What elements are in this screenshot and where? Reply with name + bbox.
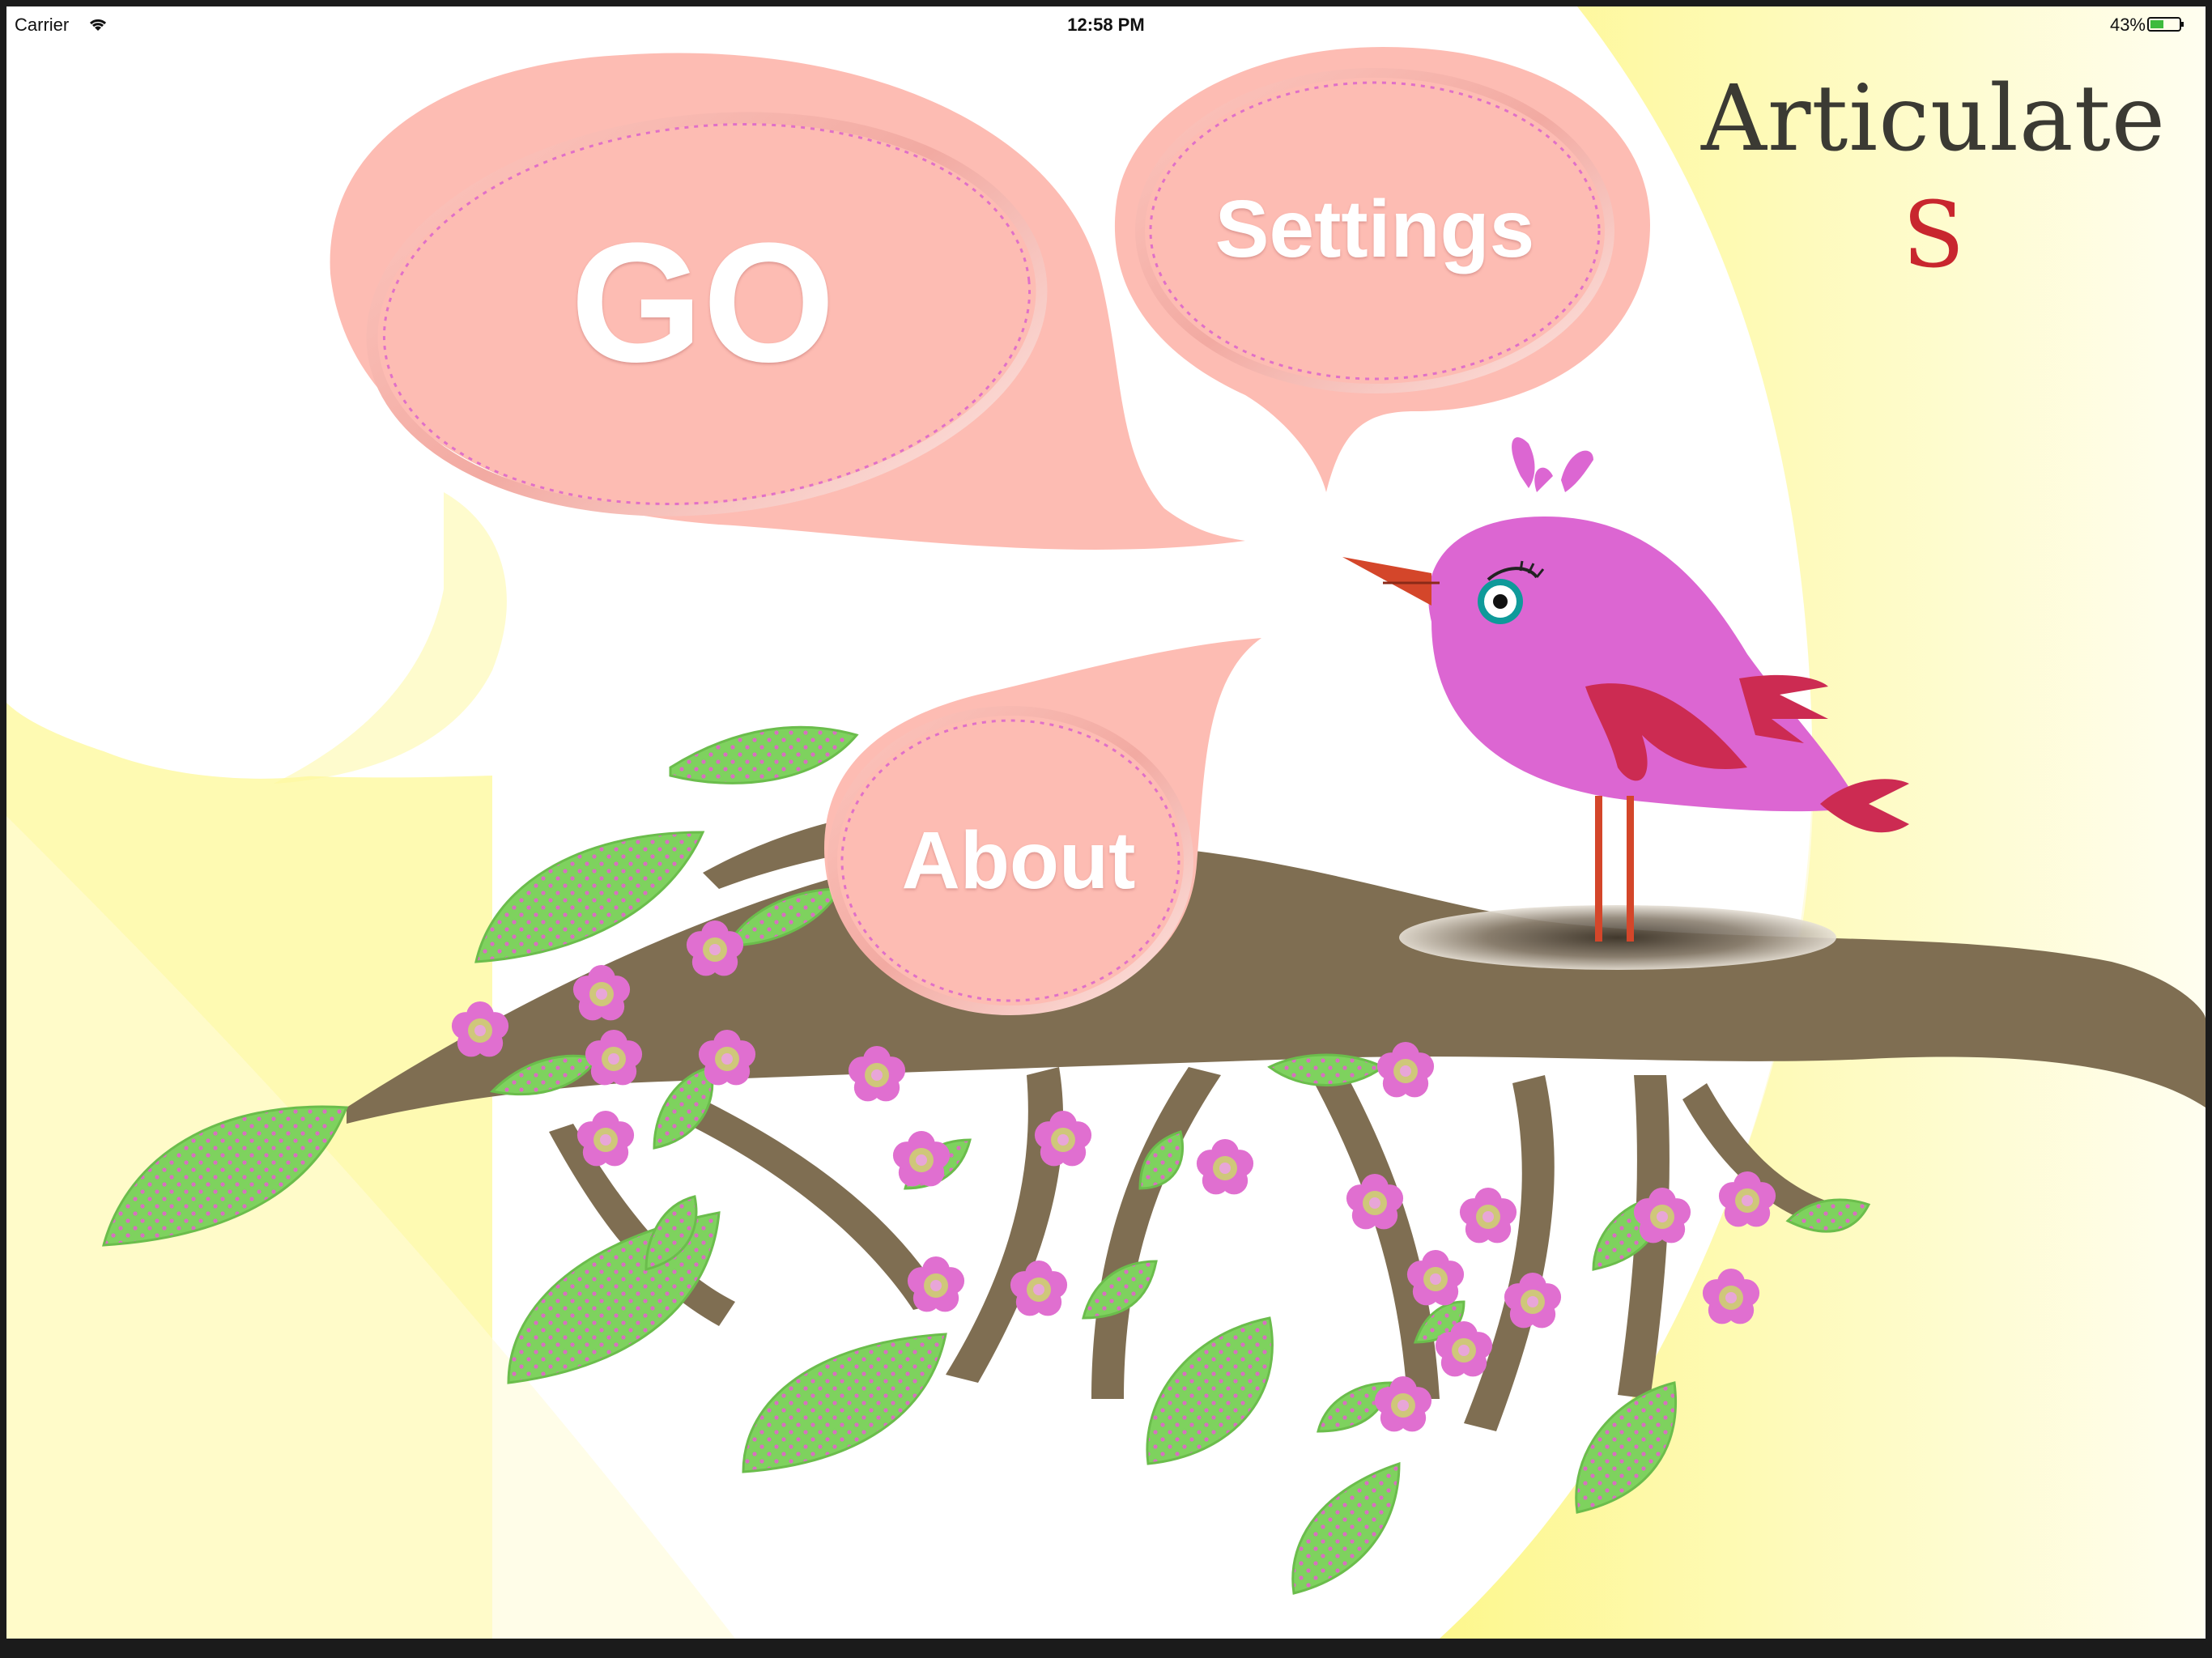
status-bar: Carrier 12:58 PM 43%	[6, 6, 2206, 42]
about-button-label[interactable]: About	[849, 808, 1189, 913]
home-scene: Carrier 12:58 PM 43% Articulate S GO Set…	[6, 6, 2206, 1639]
clock-time: 12:58 PM	[1067, 15, 1145, 35]
battery-percent: 43%	[2109, 15, 2146, 35]
app-title: Articulate	[1701, 66, 2166, 172]
app-title-letter: S	[1902, 183, 1965, 288]
settings-button-label[interactable]: Settings	[1132, 176, 1618, 282]
app-screen: Carrier 12:58 PM 43% Articulate S GO Set…	[0, 0, 2212, 1658]
battery-icon	[2147, 16, 2188, 37]
go-button-label[interactable]: GO	[460, 198, 946, 408]
